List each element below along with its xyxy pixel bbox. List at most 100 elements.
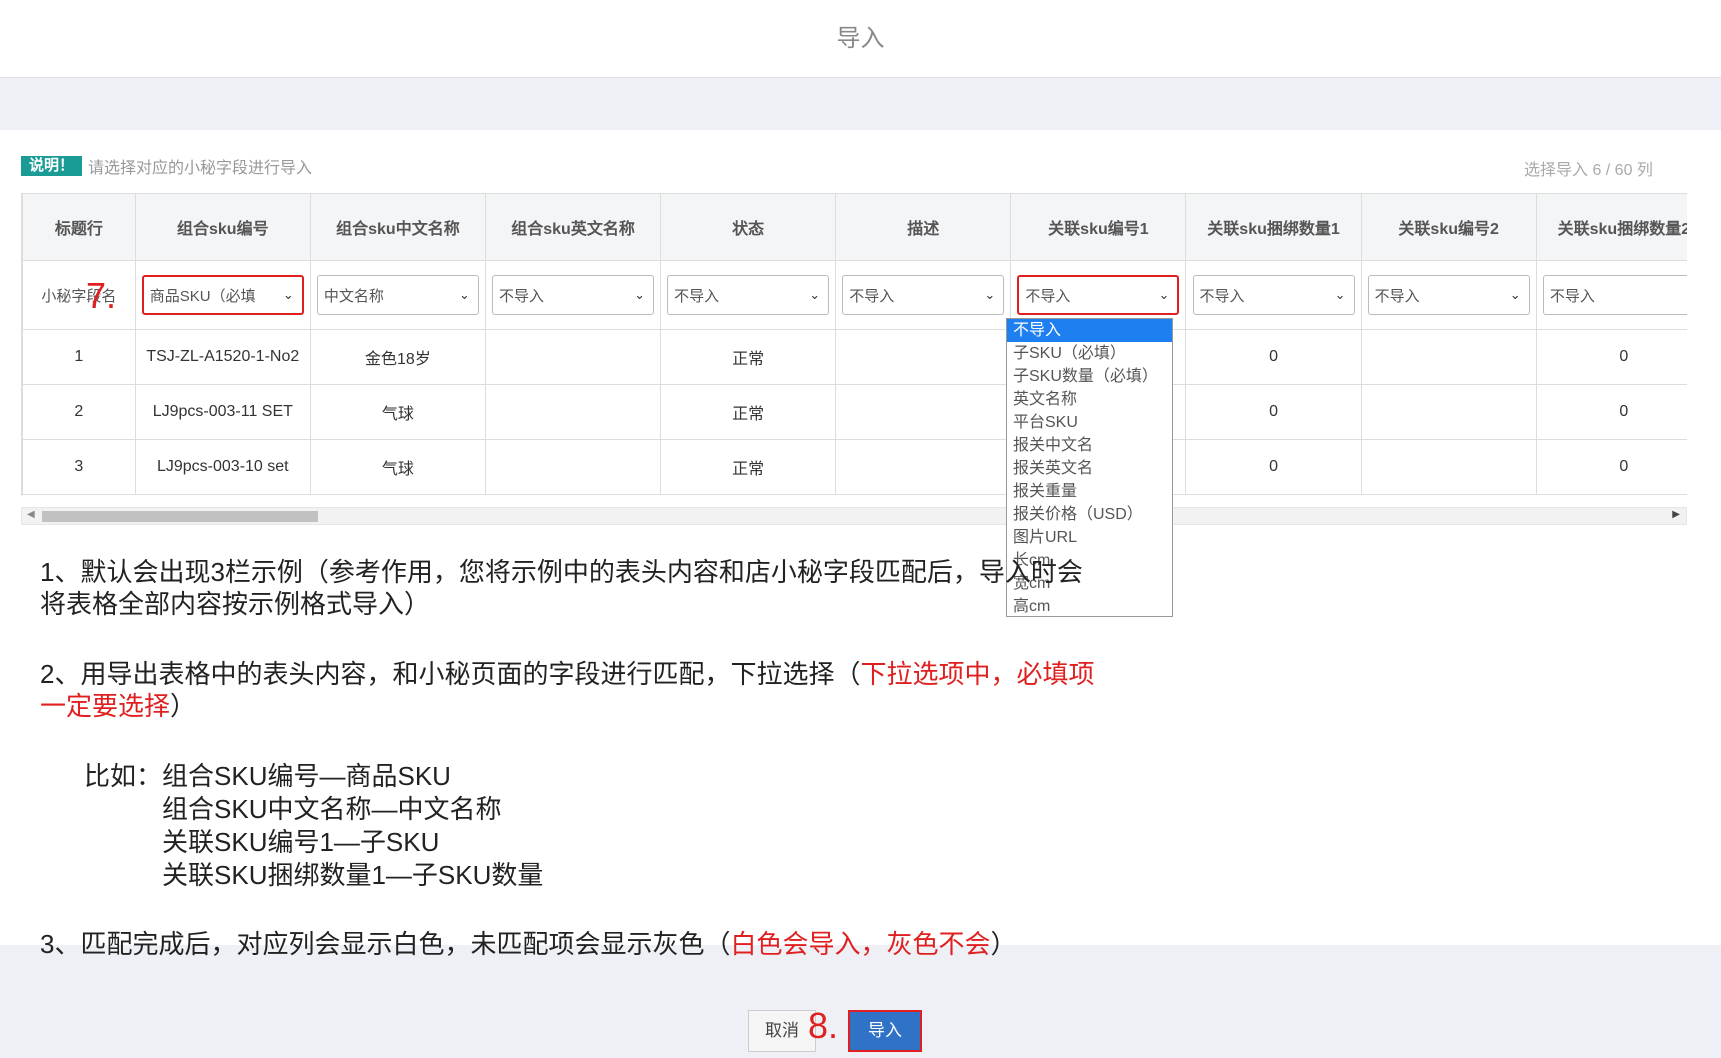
mapping-table-wrapper: 标题行 组合sku编号 组合sku中文名称 组合sku英文名称 状态 描述 关联… xyxy=(21,193,1687,496)
table-cell: 气球 xyxy=(309,384,486,440)
table-cell: 2 xyxy=(22,384,136,440)
column-header: 关联sku编号1 xyxy=(1010,193,1187,261)
field-select-cn-name[interactable]: 中文名称 ⌄ xyxy=(316,275,479,315)
example-prefix: 比如： xyxy=(84,761,163,791)
column-header: 组合sku编号 xyxy=(134,193,311,261)
table-cell xyxy=(484,329,662,385)
field-select-description[interactable]: 不导入 ⌄ xyxy=(842,275,1005,315)
dropdown-option[interactable]: 图片URL xyxy=(1007,526,1172,549)
column-header: 组合sku英文名称 xyxy=(484,193,662,261)
column-header: 关联sku捆绑数量1 xyxy=(1185,193,1362,261)
mapping-table: 标题行 组合sku编号 组合sku中文名称 组合sku英文名称 状态 描述 关联… xyxy=(22,193,1687,495)
chevron-down-icon: ⌄ xyxy=(1509,287,1521,302)
column-header: 状态 xyxy=(660,193,837,261)
table-cell xyxy=(835,329,1012,385)
note-text: 请选择对应的小秘字段进行导入 xyxy=(88,160,313,177)
table-cell xyxy=(835,439,1012,495)
table-cell: 0 xyxy=(1535,384,1687,440)
instruction-2-end: ） xyxy=(170,691,197,721)
dropdown-option[interactable]: 英文名称 xyxy=(1007,388,1172,411)
table-cell: TSJ-ZL-A1520-1-No2 xyxy=(134,329,311,385)
column-count: 选择导入 6 / 60 列 xyxy=(1524,162,1653,179)
dropdown-option[interactable]: 报关重量 xyxy=(1007,480,1172,503)
step-marker-7: 7. xyxy=(86,275,117,316)
table-cell: LJ9pcs-003-10 set xyxy=(134,439,311,495)
instruction-2-text: 2、用导出表格中的表头内容，和小秘页面的字段进行匹配，下拉选择（ xyxy=(40,659,861,689)
table-cell: 正常 xyxy=(660,384,837,440)
chevron-down-icon: ⌄ xyxy=(1334,287,1346,302)
instruction-2-highlight-cont: 一定要选择 xyxy=(40,691,171,721)
instruction-3-end: ） xyxy=(990,929,1017,959)
example-item: 组合SKU编号—商品SKU xyxy=(162,761,451,791)
note-bar: 说明！ 请选择对应的小秘字段进行导入 xyxy=(21,156,313,177)
table-cell xyxy=(1360,329,1537,385)
chevron-down-icon: ⌄ xyxy=(1158,287,1170,302)
example-item: 关联SKU捆绑数量1—子SKU数量 xyxy=(162,860,544,890)
instruction-1-line-2: 将表格全部内容按示例格式导入） xyxy=(40,589,431,619)
field-select-status[interactable]: 不导入 ⌄ xyxy=(667,275,830,315)
instruction-3-text: 3、匹配完成后，对应列会显示白色，未匹配项会显示灰色（ xyxy=(40,929,731,959)
column-header: 组合sku中文名称 xyxy=(309,193,486,261)
table-cell xyxy=(484,384,662,440)
example-block: 比如： 组合SKU编号—商品SKU 组合SKU中文名称—中文名称 关联SKU编号… xyxy=(84,760,543,892)
table-cell xyxy=(1360,439,1537,495)
dialog-header: 导入 xyxy=(0,0,1721,78)
scrollbar-thumb[interactable] xyxy=(42,511,318,522)
instruction-1-line-1: 1、默认会出现3栏示例（参考作用，您将示例中的表头内容和店小秘字段匹配后，导入时… xyxy=(40,557,1083,587)
table-cell: 3 xyxy=(22,439,136,495)
table-row: 2 LJ9pcs-003-11 SET 气球 正常 0 0 xyxy=(22,384,1687,440)
instruction-2: 2、用导出表格中的表头内容，和小秘页面的字段进行匹配，下拉选择（下拉选项中，必填… xyxy=(40,658,1094,722)
instruction-2-highlight: 下拉选项中，必填项 xyxy=(860,659,1095,689)
field-select-combo-sku[interactable]: 商品SKU（必填 ⌄ xyxy=(141,275,304,315)
dialog-title: 导入 xyxy=(836,25,885,52)
table-row: 3 LJ9pcs-003-10 set 气球 正常 0 0 xyxy=(22,439,1687,495)
scroll-left-icon[interactable]: ◀ xyxy=(27,509,35,520)
column-header: 描述 xyxy=(835,193,1012,261)
chevron-down-icon: ⌄ xyxy=(984,287,996,302)
example-item: 关联SKU编号1—子SKU xyxy=(162,827,440,857)
field-select-linked-sku-1[interactable]: 不导入 ⌄ xyxy=(1017,275,1180,315)
chevron-down-icon: ⌄ xyxy=(1685,287,1687,303)
example-item: 组合SKU中文名称—中文名称 xyxy=(162,794,502,824)
dropdown-option[interactable]: 报关英文名 xyxy=(1007,457,1172,480)
horizontal-scrollbar[interactable]: ◀ ▶ xyxy=(21,507,1687,525)
field-select-linked-qty-2[interactable]: 不导入⌄ xyxy=(1542,275,1687,315)
dropdown-option[interactable]: 不导入 xyxy=(1007,319,1172,342)
note-tag: 说明！ xyxy=(21,156,83,176)
column-header: 标题行 xyxy=(22,193,136,261)
instruction-3: 3、匹配完成后，对应列会显示白色，未匹配项会显示灰色（白色会导入，灰色不会） xyxy=(40,928,1017,960)
table-cell xyxy=(835,384,1012,440)
table-cell: 0 xyxy=(1535,439,1687,495)
mapping-row-label: 小秘字段名 xyxy=(22,260,136,330)
table-cell: 0 xyxy=(1185,439,1362,495)
import-button[interactable]: 导入 xyxy=(848,1010,922,1052)
dropdown-option[interactable]: 报关价格（USD） xyxy=(1007,503,1172,526)
table-cell: 金色18岁 xyxy=(309,329,486,385)
column-header: 关联sku捆绑数量2 xyxy=(1535,193,1687,261)
field-select-en-name[interactable]: 不导入 ⌄ xyxy=(492,275,655,315)
dropdown-option[interactable]: 平台SKU xyxy=(1007,411,1172,434)
table-row: 1 TSJ-ZL-A1520-1-No2 金色18岁 正常 0 0 xyxy=(22,329,1687,385)
field-select-linked-qty-1[interactable]: 不导入 ⌄ xyxy=(1192,275,1355,315)
chevron-down-icon: ⌄ xyxy=(282,287,294,302)
dropdown-option[interactable]: 报关中文名 xyxy=(1007,434,1172,457)
table-cell: 0 xyxy=(1185,329,1362,385)
table-cell: 正常 xyxy=(660,439,837,495)
cancel-button[interactable]: 取消 xyxy=(748,1010,816,1052)
table-cell: 正常 xyxy=(660,329,837,385)
instruction-3-highlight: 白色会导入，灰色不会 xyxy=(730,929,991,959)
table-cell: 0 xyxy=(1535,329,1687,385)
table-cell xyxy=(1360,384,1537,440)
scroll-right-icon[interactable]: ▶ xyxy=(1672,509,1680,520)
field-mapping-row: 小秘字段名 商品SKU（必填 ⌄ 中文名称 ⌄ 不导入 ⌄ 不导入 ⌄ 不导入 ⌄ 不导入… xyxy=(22,260,1687,330)
instruction-1: 1、默认会出现3栏示例（参考作用，您将示例中的表头内容和店小秘字段匹配后，导入时… xyxy=(40,556,1083,620)
table-cell: LJ9pcs-003-11 SET xyxy=(134,384,311,440)
table-cell: 0 xyxy=(1185,384,1362,440)
dropdown-option[interactable]: 子SKU数量（必填） xyxy=(1007,365,1172,388)
field-select-linked-sku-2[interactable]: 不导入 ⌄ xyxy=(1367,275,1530,315)
dropdown-option[interactable]: 子SKU（必填） xyxy=(1007,342,1172,365)
table-cell: 1 xyxy=(22,329,136,385)
step-marker-8: 8. xyxy=(808,1005,839,1046)
table-cell: 气球 xyxy=(309,439,486,495)
table-cell xyxy=(484,439,662,495)
